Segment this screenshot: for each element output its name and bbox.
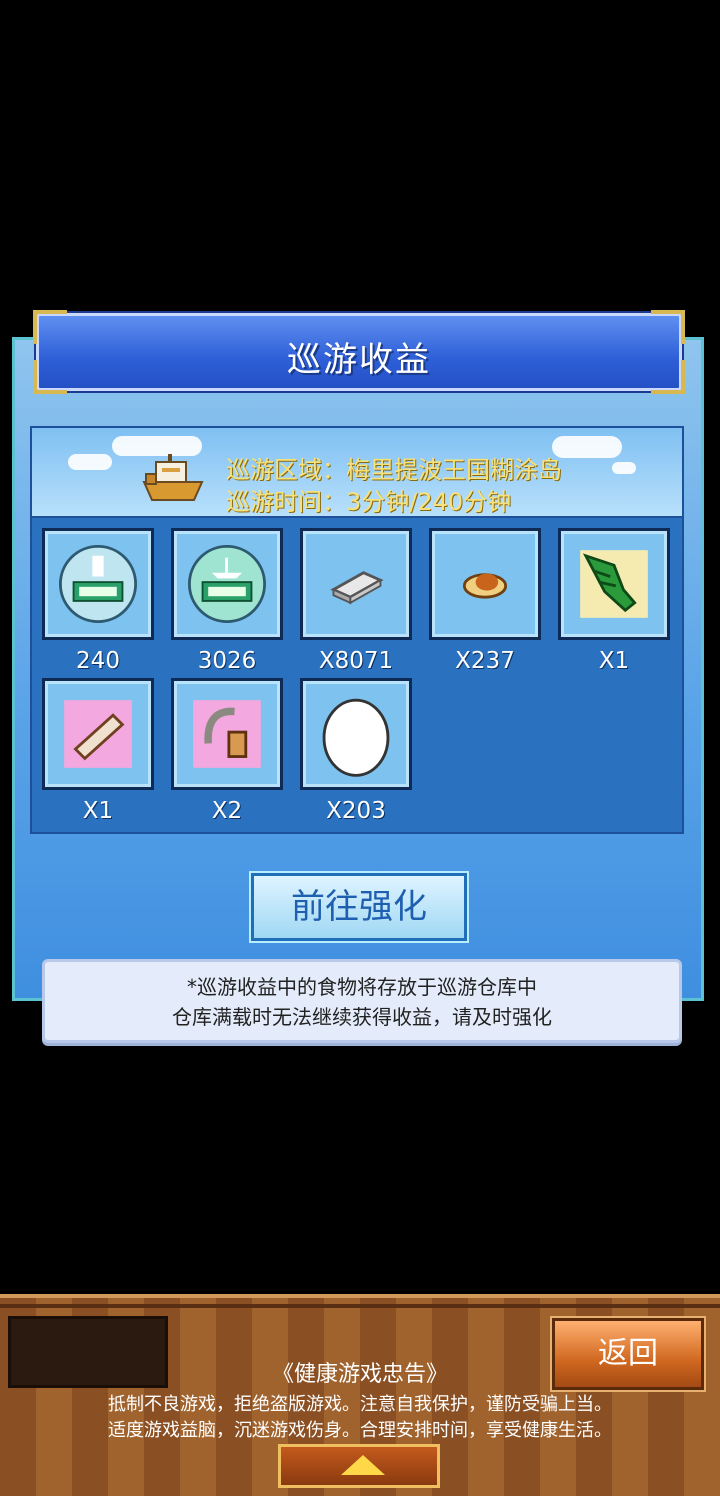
item-slot-staff-exp[interactable] — [42, 528, 154, 640]
item-slot-silver[interactable] — [300, 528, 412, 640]
up-arrow-icon — [341, 1455, 385, 1475]
bread-roll-icon — [64, 700, 132, 768]
item-qty: X2 — [211, 798, 243, 824]
cloud-decoration — [612, 462, 636, 474]
note-line: *巡游收益中的食物将存放于巡游仓库中 — [187, 975, 537, 999]
roast-chicken-icon — [462, 573, 508, 599]
item-slot-egg[interactable] — [300, 678, 412, 790]
health-advice-title: 《健康游戏忠告》 — [271, 1362, 448, 1387]
item-slot-bread[interactable] — [42, 678, 154, 790]
item-qty: X1 — [598, 648, 630, 674]
egg-icon — [322, 698, 390, 777]
dialog-title-bar: 巡游收益 — [33, 310, 685, 394]
health-advice-line: 抵制不良游戏，拒绝盗版游戏。注意自我保护，谨防受骗上当。 — [108, 1394, 612, 1415]
cloud-decoration — [68, 454, 112, 470]
item-slot-ship-exp[interactable] — [171, 528, 283, 640]
staff-exp-ticket-icon — [58, 544, 138, 624]
cloud-decoration — [552, 436, 622, 458]
item-qty: X237 — [455, 648, 515, 674]
dialog-title: 巡游收益 — [287, 340, 431, 380]
note-line: 仓库满载时无法继续获得收益，请及时强化 — [172, 1005, 552, 1029]
silver-bar-icon — [330, 571, 384, 605]
storage-note: *巡游收益中的食物将存放于巡游仓库中 仓库满载时无法继续获得收益，请及时强化 — [42, 959, 682, 1043]
item-slot-fishing-tool[interactable] — [171, 678, 283, 790]
health-advice-line: 适度游戏益脑，沉迷游戏伤身。合理安排时间，享受健康生活。 — [108, 1420, 612, 1441]
item-slot-leaves[interactable] — [558, 528, 670, 640]
fishing-tool-icon — [193, 700, 261, 768]
expand-menu-button[interactable] — [278, 1444, 440, 1488]
cruise-info-banner: 巡游区域：梅里提波王国糊涂岛 巡游时间：3分钟/240分钟 — [32, 428, 682, 518]
item-qty: X203 — [326, 798, 386, 824]
item-qty: X1 — [82, 798, 114, 824]
green-leaves-icon — [580, 550, 648, 618]
item-qty: X8071 — [318, 648, 394, 674]
item-slot-chicken[interactable] — [429, 528, 541, 640]
ship-exp-ticket-icon — [187, 544, 267, 624]
bar-trim — [0, 1304, 720, 1308]
cruise-time-text: 巡游时间：3分钟/240分钟 — [226, 488, 512, 516]
go-upgrade-button[interactable]: 前往强化 — [251, 873, 467, 941]
item-qty: 240 — [76, 648, 120, 674]
bottom-bar: 返回 《健康游戏忠告》 抵制不良游戏，拒绝盗版游戏。注意自我保护，谨防受骗上当。… — [0, 1294, 720, 1496]
item-qty: 3026 — [197, 648, 257, 674]
cruise-ship-icon — [142, 454, 204, 501]
cruise-area-text: 巡游区域：梅里提波王国糊涂岛 — [226, 456, 562, 484]
